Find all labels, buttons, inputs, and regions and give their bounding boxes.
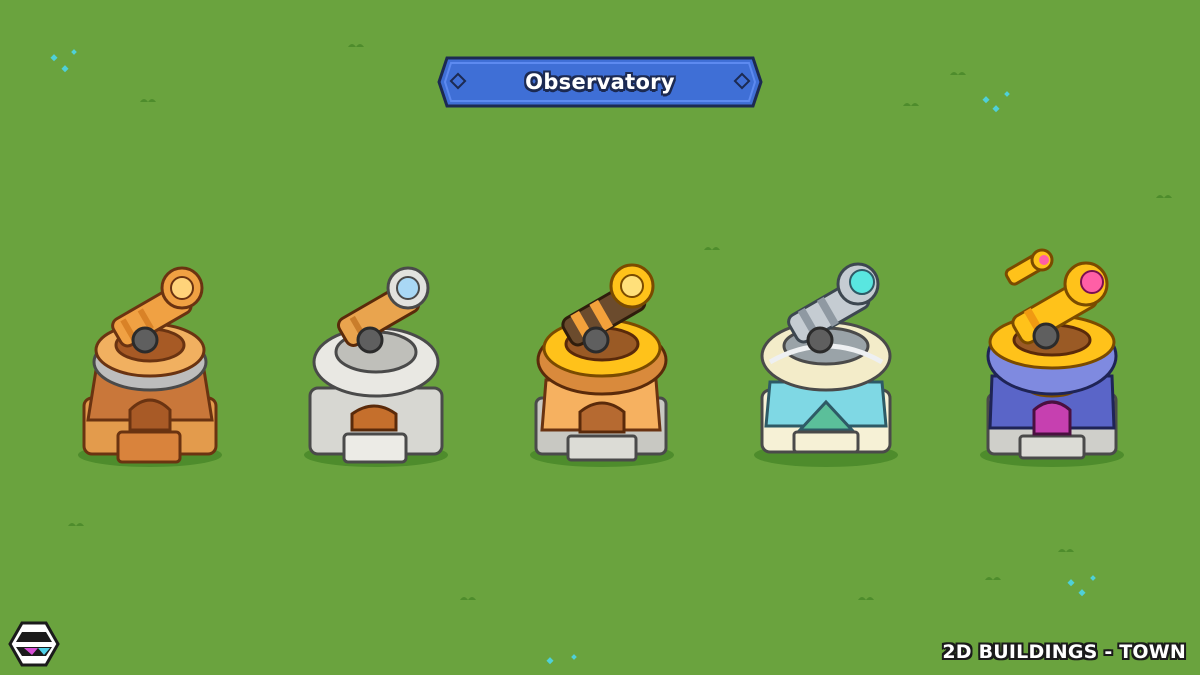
observatory-level-2 [304, 266, 448, 467]
observatory-level-5 [980, 248, 1124, 467]
observatory-level-1 [78, 266, 222, 467]
footer-caption: 2D BUILDINGS - TOWN [942, 641, 1186, 663]
page-title: Observatory [525, 70, 675, 94]
observatory-level-4 [754, 262, 898, 467]
studio-logo-icon [8, 621, 60, 667]
observatory-level-3 [530, 263, 674, 467]
title-banner: Observatory [437, 54, 763, 110]
